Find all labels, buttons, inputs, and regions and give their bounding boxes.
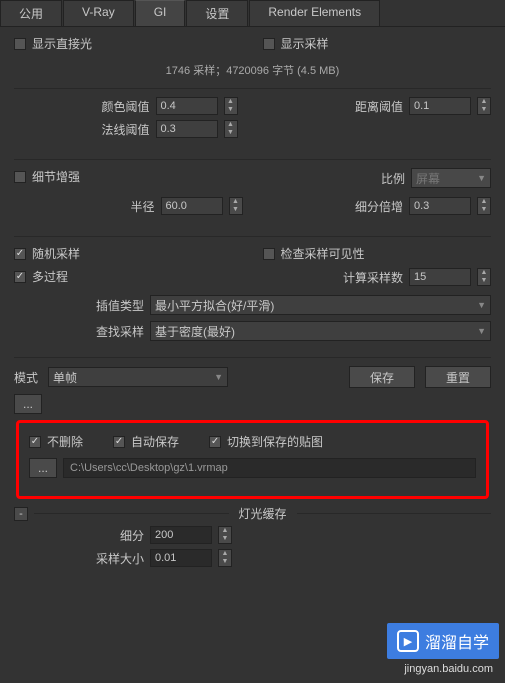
tab-settings[interactable]: 设置 — [186, 0, 248, 26]
auto-save-label: 自动保存 — [131, 433, 179, 450]
random-sampling-label: 随机采样 — [32, 245, 80, 262]
chevron-down-icon: ▼ — [214, 372, 223, 382]
check-sample-visibility-checkbox[interactable] — [263, 248, 275, 260]
distance-threshold-label: 距离阈值 — [355, 98, 403, 115]
color-threshold-spinner[interactable]: ▲▼ — [224, 97, 238, 115]
distance-threshold-spinner[interactable]: ▲▼ — [477, 97, 491, 115]
show-samples-checkbox[interactable] — [263, 38, 275, 50]
interp-type-label: 插值类型 — [14, 297, 144, 314]
scale-label: 比例 — [381, 170, 405, 187]
random-sampling-checkbox[interactable] — [14, 248, 26, 260]
radius-spinner[interactable]: ▲▼ — [229, 197, 243, 215]
highlight-box: 不删除 自动保存 切换到保存的贴图 ... — [16, 420, 489, 499]
multipass-label: 多过程 — [32, 268, 68, 285]
distance-threshold-input[interactable] — [409, 97, 471, 115]
chevron-down-icon: ▼ — [477, 326, 486, 336]
switch-saved-label: 切换到保存的贴图 — [227, 433, 323, 450]
tab-vray[interactable]: V-Ray — [63, 0, 134, 26]
switch-saved-checkbox[interactable] — [209, 436, 221, 448]
detail-enhance-checkbox[interactable] — [14, 171, 26, 183]
show-direct-light-checkbox[interactable] — [14, 38, 26, 50]
subdiv-input[interactable] — [150, 526, 212, 544]
sample-size-label: 采样大小 — [14, 550, 144, 567]
normal-threshold-input[interactable] — [156, 120, 218, 138]
tab-render-elements[interactable]: Render Elements — [249, 0, 380, 26]
multipass-checkbox[interactable] — [14, 271, 26, 283]
watermark-sub: jingyan.baidu.com — [404, 663, 493, 675]
sample-size-spinner[interactable]: ▲▼ — [218, 549, 232, 567]
interp-type-select[interactable]: 最小平方拟合(好/平滑)▼ — [150, 295, 491, 315]
sample-size-input[interactable] — [150, 549, 212, 567]
tab-gi[interactable]: GI — [135, 0, 186, 26]
calc-samples-label: 计算采样数 — [343, 269, 403, 286]
subdiv-label: 细分 — [14, 527, 144, 544]
subdiv-mult-label: 细分倍增 — [355, 198, 403, 215]
auto-save-checkbox[interactable] — [113, 436, 125, 448]
lookup-label: 查找采样 — [14, 323, 144, 340]
mode-label: 模式 — [14, 369, 38, 386]
mode-select[interactable]: 单帧▼ — [48, 367, 228, 387]
radius-label: 半径 — [130, 198, 154, 215]
subdiv-mult-spinner[interactable]: ▲▼ — [477, 197, 491, 215]
normal-threshold-label: 法线阈值 — [101, 121, 149, 138]
chevron-down-icon: ▼ — [477, 173, 486, 183]
lookup-select[interactable]: 基于密度(最好)▼ — [150, 321, 491, 341]
color-threshold-input[interactable] — [156, 97, 218, 115]
calc-samples-input[interactable] — [409, 268, 471, 286]
collapse-button[interactable]: - — [14, 507, 28, 521]
show-samples-label: 显示采样 — [281, 35, 329, 52]
scale-select[interactable]: 屏幕▼ — [411, 168, 491, 188]
gi-panel: 显示直接光 显示采样 1746 采样；4720096 字节 (4.5 MB) 颜… — [0, 27, 505, 576]
subdiv-spinner[interactable]: ▲▼ — [218, 526, 232, 544]
save-button[interactable]: 保存 — [349, 366, 415, 388]
sample-info-text: 1746 采样；4720096 字节 (4.5 MB) — [14, 62, 491, 78]
dont-delete-label: 不删除 — [47, 433, 83, 450]
light-cache-title: 灯光缓存 — [229, 505, 297, 522]
subdiv-mult-input[interactable] — [409, 197, 471, 215]
dont-delete-checkbox[interactable] — [29, 436, 41, 448]
reset-button[interactable]: 重置 — [425, 366, 491, 388]
show-direct-light-label: 显示直接光 — [32, 35, 92, 52]
chevron-down-icon: ▼ — [477, 300, 486, 310]
color-threshold-label: 颜色阈值 — [101, 98, 149, 115]
watermark: ▶ 溜溜自学 — [387, 623, 499, 659]
browse-button-1[interactable]: ... — [14, 394, 42, 414]
tab-bar: 公用 V-Ray GI 设置 Render Elements — [0, 0, 505, 27]
calc-samples-spinner[interactable]: ▲▼ — [477, 268, 491, 286]
radius-input[interactable] — [161, 197, 223, 215]
browse-button-2[interactable]: ... — [29, 458, 57, 478]
check-sample-visibility-label: 检查采样可见性 — [281, 245, 365, 262]
detail-enhance-label: 细节增强 — [32, 168, 80, 185]
tab-common[interactable]: 公用 — [0, 0, 62, 26]
normal-threshold-spinner[interactable]: ▲▼ — [224, 120, 238, 138]
play-icon: ▶ — [397, 630, 419, 652]
path-input[interactable] — [63, 458, 476, 478]
